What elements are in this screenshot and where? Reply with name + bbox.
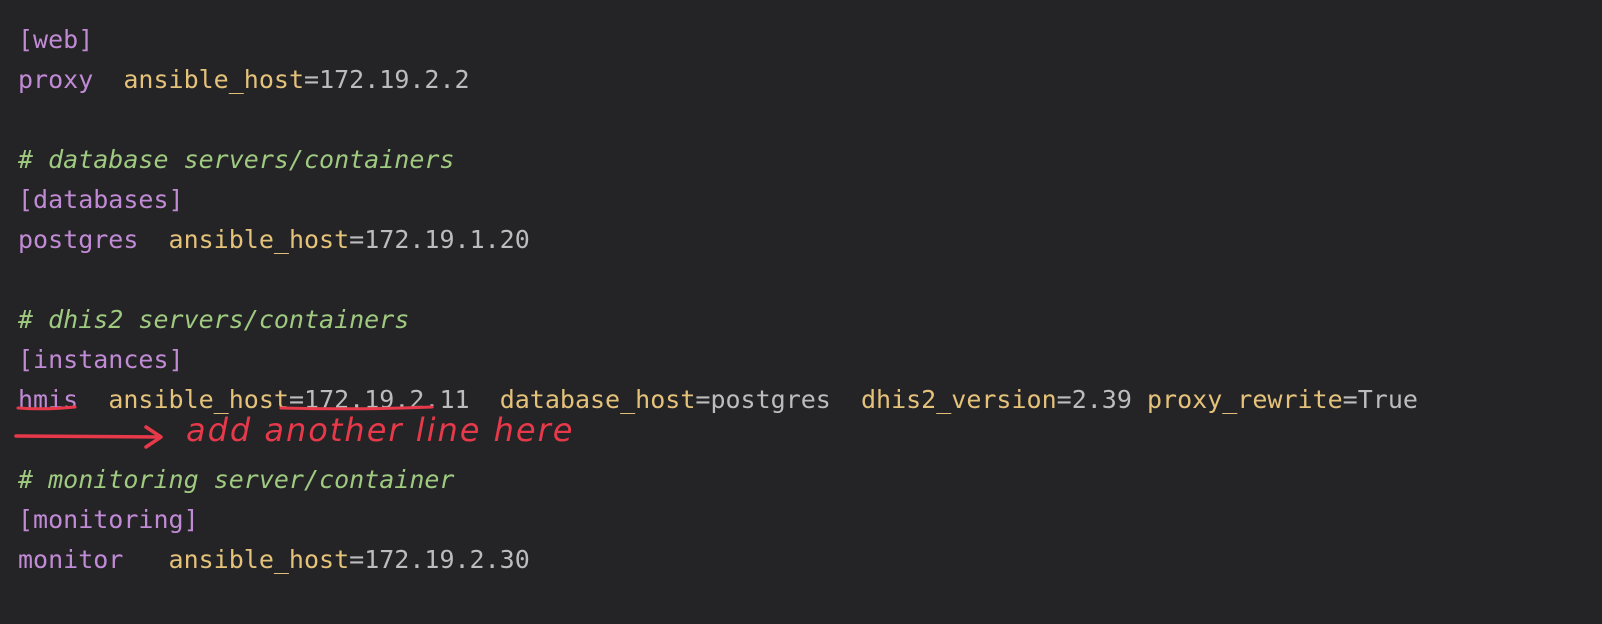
host-name: postgres [18, 225, 139, 254]
host-name: hmis [18, 385, 79, 414]
variable-key: ansible_host [108, 385, 289, 414]
equals-sign: = [349, 545, 365, 574]
host-name: proxy [18, 65, 94, 94]
code-editor[interactable]: [web] proxy ansible_host=172.19.2.2 # data… [0, 0, 1602, 624]
code-line[interactable]: [monitoring] [18, 500, 1418, 540]
code-line[interactable] [18, 420, 1418, 460]
variable-key: dhis2_version [860, 385, 1057, 414]
code-line[interactable]: postgres ansible_host=172.19.1.20 [18, 220, 1418, 260]
variable-key: ansible_host [168, 545, 350, 574]
equals-sign: = [349, 225, 365, 254]
section-header: [instances] [18, 345, 184, 374]
code-line[interactable]: # database servers/containers [18, 140, 1418, 180]
section-header: [databases] [18, 185, 184, 214]
variable-value: 2.39 [1071, 385, 1132, 414]
code-line[interactable] [18, 260, 1418, 300]
comment: # monitoring server/container [18, 465, 455, 494]
equals-sign: = [1056, 385, 1072, 414]
code-line[interactable]: hmis ansible_host=172.19.2.11 database_h… [18, 380, 1418, 420]
host-name: monitor [18, 545, 124, 574]
variable-value: postgres [710, 385, 831, 414]
variable-value: 172.19.1.20 [364, 225, 530, 254]
variable-value: 172.19.2.30 [364, 545, 530, 574]
code-line[interactable]: # monitoring server/container [18, 460, 1418, 500]
section-header: [web] [18, 25, 94, 54]
code-line[interactable]: [instances] [18, 340, 1418, 380]
variable-key: proxy_rewrite [1146, 385, 1343, 414]
variable-key: ansible_host [168, 225, 350, 254]
variable-key: ansible_host [123, 65, 304, 94]
variable-value: True [1357, 385, 1418, 414]
code-line[interactable]: proxy ansible_host=172.19.2.2 [18, 60, 1418, 100]
code-line[interactable] [18, 100, 1418, 140]
comment: # dhis2 servers/containers [18, 305, 410, 334]
code-line[interactable]: [databases] [18, 180, 1418, 220]
equals-sign: = [1342, 385, 1358, 414]
section-header: [monitoring] [18, 505, 199, 534]
equals-sign: = [695, 385, 711, 414]
variable-value: 172.19.2.2 [319, 65, 470, 94]
equals-sign: = [288, 385, 305, 414]
inventory-file-content[interactable]: [web] proxy ansible_host=172.19.2.2 # data… [18, 20, 1418, 580]
variable-value: 172.19.2.11 [304, 385, 470, 414]
code-line[interactable]: monitor ansible_host=172.19.2.30 [18, 540, 1418, 580]
code-line[interactable]: [web] [18, 20, 1418, 60]
equals-sign: = [304, 65, 320, 94]
comment: # database servers/containers [18, 145, 455, 174]
code-line[interactable]: # dhis2 servers/containers [18, 300, 1418, 340]
variable-key: database_host [499, 385, 696, 414]
